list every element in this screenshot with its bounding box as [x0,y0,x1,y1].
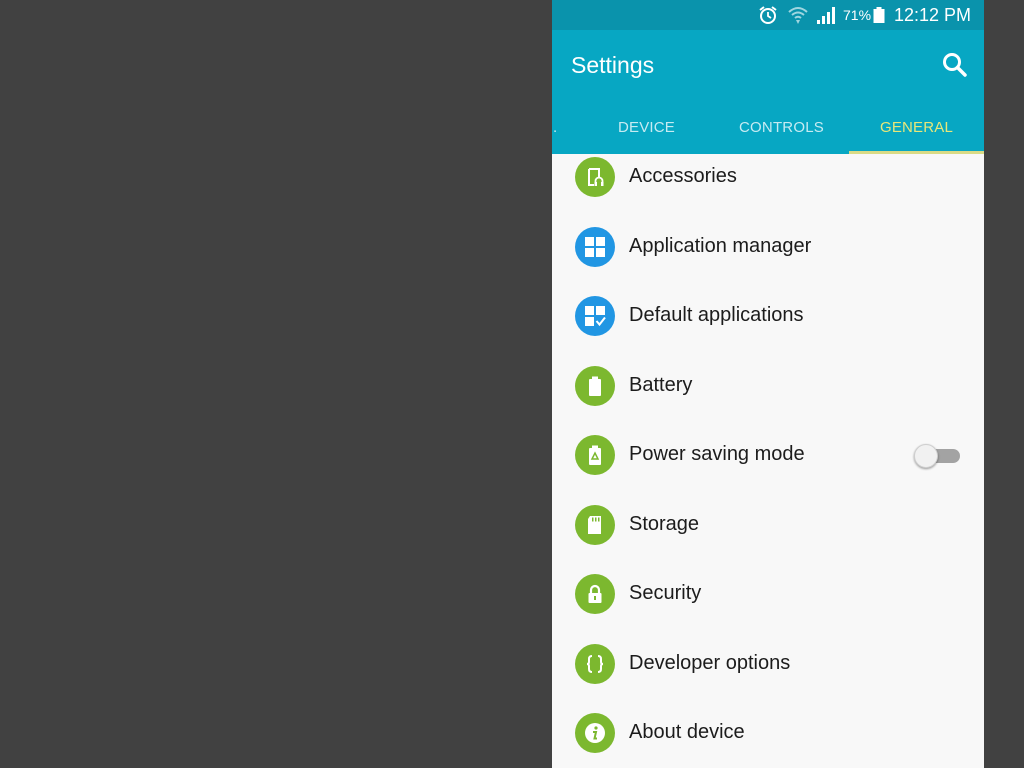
page-title: Settings [571,52,655,78]
info-icon [575,713,615,753]
wifi-icon [787,0,809,30]
list-item-storage[interactable]: Storage [552,490,984,559]
list-item-label: Storage [629,513,700,535]
status-time: 12:12 PM [894,4,972,25]
settings-screen: 71% 12:12 PM Settings .. DEVICE CONTROLS… [552,0,984,768]
list-item-label: About device [629,721,745,743]
grid-icon [575,227,615,267]
list-item-developer-options[interactable]: Developer options [552,629,984,698]
app-bar: Settings [552,30,984,100]
list-item-about-device[interactable]: About device [552,698,984,767]
list-item-default-applications[interactable]: Default applications [552,281,984,350]
tab-controls[interactable]: CONTROLS [714,100,849,154]
status-bar: 71% 12:12 PM [552,0,984,30]
list-item-label: Battery [629,374,693,396]
list-item-label: Power saving mode [629,443,805,465]
list-item-label: Security [629,582,702,604]
lock-icon [575,574,615,614]
list-item-security[interactable]: Security [552,559,984,628]
sd-card-icon [575,505,615,545]
list-item-label: Application manager [629,235,812,257]
alarm-icon [758,0,778,30]
signal-icon [816,0,838,30]
list-item-label: Accessories [629,165,737,187]
battery-percent: 71% [843,7,872,23]
power-saving-toggle[interactable] [914,444,960,468]
battery-icon [873,0,885,30]
tab-general[interactable]: GENERAL [849,100,984,154]
list-item-application-manager[interactable]: Application manager [552,212,984,281]
accessories-icon [575,157,615,197]
list-item-battery[interactable]: Battery [552,351,984,420]
search-icon [943,53,967,77]
power-saving-icon [575,435,615,475]
tab-device[interactable]: DEVICE [579,100,714,154]
list-item-label: Developer options [629,652,791,674]
search-button[interactable] [940,50,970,80]
battery-icon [575,366,615,406]
toggle-thumb [914,444,938,468]
tab-bar: .. DEVICE CONTROLS GENERAL [552,100,984,154]
braces-icon [575,644,615,684]
list-item-label: Default applications [629,304,804,326]
grid-check-icon [575,296,615,336]
list-item-accessories[interactable]: Accessories [552,154,984,211]
list-item-power-saving-mode[interactable]: Power saving mode [552,420,984,489]
tab-previous[interactable]: .. [552,100,568,154]
settings-list: Accessories Application manager Default … [552,154,984,768]
